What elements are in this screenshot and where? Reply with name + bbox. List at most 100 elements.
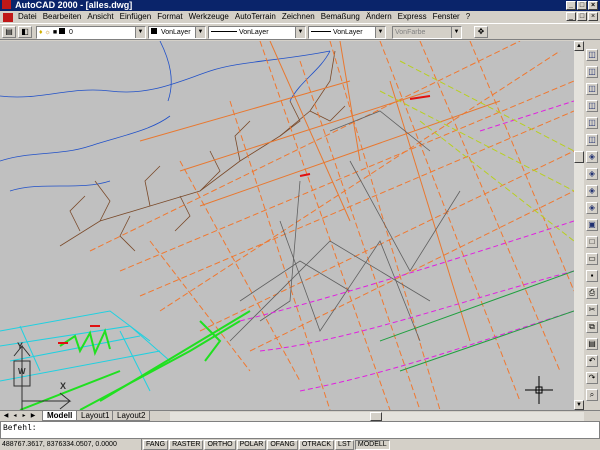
tab-modell[interactable]: Modell	[42, 411, 78, 421]
cube-bottom-view-icon[interactable]: ◫	[586, 66, 598, 78]
iso-sw-view-icon[interactable]: ◈	[586, 151, 598, 163]
cut-icon[interactable]: ✂	[586, 304, 598, 316]
save-icon[interactable]: ▪	[586, 270, 598, 282]
coordinate-readout: 488767.3617, 8376334.0507, 0.0000	[0, 439, 142, 450]
drawing-canvas	[0, 41, 574, 410]
layer-value: 0	[69, 29, 73, 36]
layer-dropdown[interactable]: ♦ ☼ ■ 0 ▼	[36, 26, 146, 39]
camera-icon[interactable]: ▣	[586, 219, 598, 231]
chevron-down-icon[interactable]: ▼	[451, 27, 461, 38]
ortho-toggle[interactable]: ORTHO	[204, 439, 236, 450]
iso-ne-view-icon[interactable]: ◈	[586, 185, 598, 197]
plotstyle-dropdown[interactable]: VonFarbe ▼	[392, 26, 462, 39]
menu-bemassung[interactable]: Bemaßung	[318, 11, 363, 23]
print-icon[interactable]: ⎙	[586, 287, 598, 299]
menu-datei[interactable]: Datei	[15, 11, 40, 23]
chevron-down-icon[interactable]: ▼	[295, 27, 305, 38]
layer-color-swatch	[59, 28, 66, 34]
close-button[interactable]: ×	[588, 1, 598, 10]
doc-restore-button[interactable]: □	[577, 12, 587, 21]
yellowgreen-lines	[379, 60, 574, 242]
lineweight-dropdown[interactable]: VonLayer ▼	[308, 26, 386, 39]
menu-bar: Datei Bearbeiten Ansicht Einfügen Format…	[0, 11, 600, 23]
right-toolbar: ◫ ◫ ◫ ◫ ◫ ◫ ◈ ◈ ◈ ◈ ▣ □ ▭ ▪ ⎙ ✂ ⧉ ▤ ↶ ↷ …	[584, 41, 600, 410]
menu-zeichnen[interactable]: Zeichnen	[279, 11, 318, 23]
menu-aendern[interactable]: Ändern	[363, 11, 395, 23]
scroll-up-icon[interactable]: ▲	[574, 41, 584, 51]
cube-front-view-icon[interactable]: ◫	[586, 117, 598, 129]
ucs-w-label: W	[18, 367, 26, 376]
ucs-y-label: Y	[17, 341, 24, 351]
document-icon[interactable]	[3, 12, 13, 22]
undo-icon[interactable]: ↶	[586, 355, 598, 367]
iso-nw-view-icon[interactable]: ◈	[586, 202, 598, 214]
zoom-icon[interactable]: ⌕	[586, 389, 598, 401]
autocad-icon	[2, 0, 11, 9]
lst-toggle[interactable]: LST	[335, 439, 354, 450]
chevron-down-icon[interactable]: ▼	[195, 27, 205, 38]
last-tab-icon[interactable]: ▶	[29, 412, 37, 420]
minimize-button[interactable]: _	[566, 1, 576, 10]
tab-layout1[interactable]: Layout1	[76, 411, 115, 421]
red-marks	[58, 95, 431, 344]
sun-icon: ☼	[44, 29, 51, 36]
vertical-scrollbar[interactable]: ▲ ▼	[574, 41, 584, 410]
chevron-down-icon[interactable]: ▼	[135, 27, 145, 38]
menu-werkzeuge[interactable]: Werkzeuge	[186, 11, 232, 23]
chevron-down-icon[interactable]: ▼	[375, 27, 385, 38]
raster-toggle[interactable]: RASTER	[169, 439, 204, 450]
lineweight-value: VonLayer	[332, 29, 363, 36]
next-tab-icon[interactable]: ▸	[20, 412, 28, 420]
layer-manager-icon[interactable]: ▤	[2, 26, 16, 38]
doc-close-button[interactable]: ×	[588, 12, 598, 21]
doc-minimize-button[interactable]: _	[566, 12, 576, 21]
horizontal-scroll-thumb[interactable]	[370, 412, 382, 421]
make-current-layer-icon[interactable]: ◧	[18, 26, 32, 38]
fang-toggle[interactable]: FANG	[143, 439, 169, 450]
cube-top-view-icon[interactable]: ◫	[586, 49, 598, 61]
linetype-sample	[211, 31, 237, 32]
vertical-scroll-thumb[interactable]	[574, 151, 584, 163]
menu-bearbeiten[interactable]: Bearbeiten	[40, 11, 85, 23]
menu-einfuegen[interactable]: Einfügen	[117, 11, 155, 23]
linetype-value: VonLayer	[238, 29, 269, 36]
polar-toggle[interactable]: POLAR	[236, 439, 267, 450]
horizontal-scrollbar[interactable]	[170, 412, 584, 421]
menu-ansicht[interactable]: Ansicht	[84, 11, 116, 23]
open-file-icon[interactable]: ▭	[586, 253, 598, 265]
first-tab-icon[interactable]: ◀	[2, 412, 10, 420]
terrain-contours	[59, 50, 346, 252]
command-line[interactable]: Befehl:	[0, 421, 600, 439]
cube-back-view-icon[interactable]: ◫	[586, 134, 598, 146]
menu-express[interactable]: Express	[395, 11, 430, 23]
scroll-down-icon[interactable]: ▼	[574, 400, 584, 410]
cube-right-view-icon[interactable]: ◫	[586, 100, 598, 112]
menu-format[interactable]: Format	[154, 11, 185, 23]
linetype-dropdown[interactable]: VonLayer ▼	[208, 26, 306, 39]
maximize-button[interactable]: □	[577, 1, 587, 10]
ofang-toggle[interactable]: OFANG	[267, 439, 298, 450]
tab-layout2[interactable]: Layout2	[112, 411, 151, 421]
plotstyle-value: VonFarbe	[395, 29, 426, 36]
pan-icon[interactable]: ✥	[474, 26, 488, 38]
crosshair-cursor	[525, 376, 553, 404]
cube-left-view-icon[interactable]: ◫	[586, 83, 598, 95]
paste-icon[interactable]: ▤	[586, 338, 598, 350]
menu-autoterrain[interactable]: AutoTerrain	[232, 11, 279, 23]
iso-se-view-icon[interactable]: ◈	[586, 168, 598, 180]
new-file-icon[interactable]: □	[586, 236, 598, 248]
layout-tabs-bar: ◀ ◂ ▸ ▶ Modell Layout1 Layout2	[0, 410, 600, 421]
window-controls: _ □ ×	[566, 1, 598, 10]
copy-icon[interactable]: ⧉	[586, 321, 598, 333]
modell-toggle[interactable]: MODELL	[354, 439, 390, 450]
color-value: VonLayer	[160, 29, 191, 36]
drawing-area[interactable]: Y W X	[0, 41, 574, 410]
menu-help[interactable]: ?	[463, 11, 473, 23]
prev-tab-icon[interactable]: ◂	[11, 412, 19, 420]
menu-fenster[interactable]: Fenster	[430, 11, 463, 23]
otrack-toggle[interactable]: OTRACK	[298, 439, 335, 450]
command-prompt: Befehl:	[3, 424, 37, 433]
orange-lines	[139, 41, 501, 342]
color-dropdown[interactable]: VonLayer ▼	[148, 26, 206, 39]
redo-icon[interactable]: ↷	[586, 372, 598, 384]
